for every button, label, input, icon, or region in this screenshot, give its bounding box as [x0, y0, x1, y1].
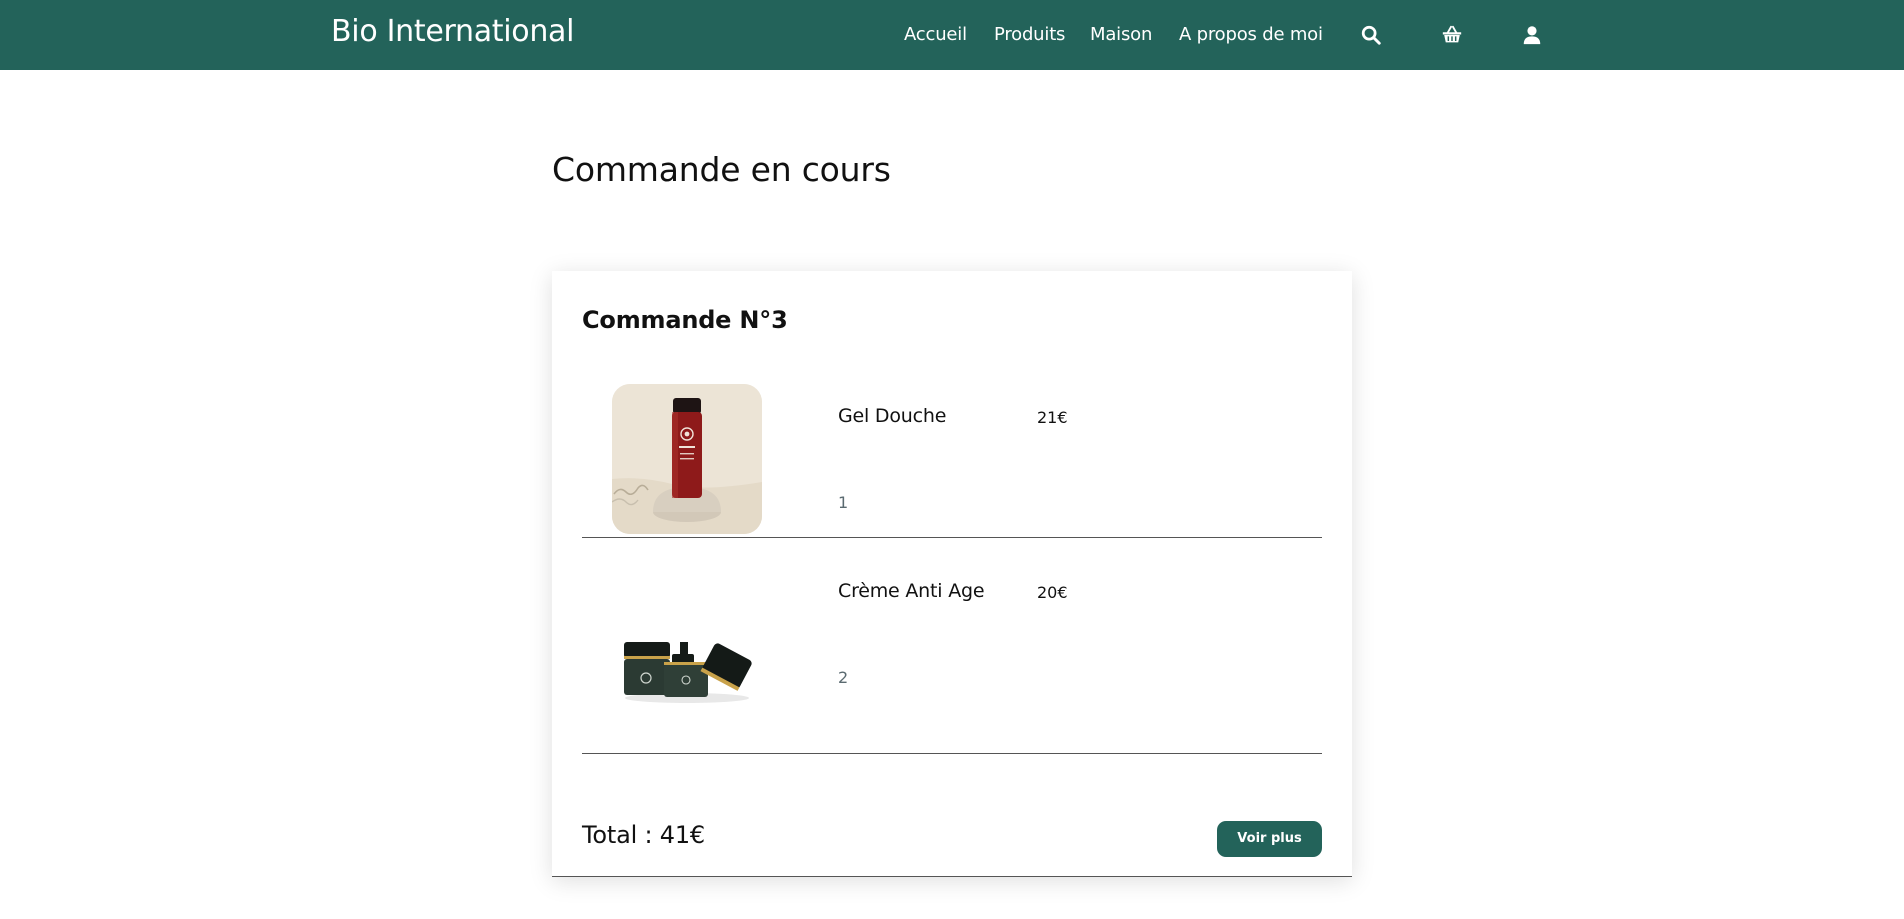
page-title: Commande en cours — [552, 150, 891, 189]
order-item: Crème Anti Age 20€ 2 — [582, 538, 1322, 754]
order-card: Commande N°3 Gel Douche 21€ 1 Crème Anti… — [552, 271, 1352, 877]
order-item: Gel Douche 21€ 1 — [582, 361, 1322, 538]
nav-link-accueil[interactable]: Accueil — [904, 24, 967, 45]
search-icon[interactable] — [1360, 24, 1382, 46]
nav-link-a-propos[interactable]: A propos de moi — [1179, 24, 1323, 45]
user-icon[interactable] — [1521, 24, 1543, 46]
order-title: Commande N°3 — [582, 306, 788, 334]
voir-plus-button[interactable]: Voir plus — [1217, 821, 1322, 857]
item-name: Gel Douche — [838, 405, 947, 427]
order-total: Total : 41€ — [582, 821, 706, 849]
item-price: 20€ — [1037, 583, 1068, 602]
navbar: Bio International Accueil Produits Maiso… — [0, 0, 1904, 70]
item-quantity: 1 — [838, 493, 849, 512]
item-name: Crème Anti Age — [838, 580, 985, 602]
nav-link-maison[interactable]: Maison — [1090, 24, 1152, 45]
product-image-shower-gel[interactable] — [612, 384, 762, 534]
item-quantity: 2 — [838, 668, 849, 687]
basket-icon[interactable] — [1441, 24, 1463, 46]
item-price: 21€ — [1037, 408, 1068, 427]
nav-link-produits[interactable]: Produits — [994, 24, 1065, 45]
brand-logo[interactable]: Bio International — [331, 14, 574, 49]
product-image-anti-age-cream[interactable] — [612, 582, 762, 732]
